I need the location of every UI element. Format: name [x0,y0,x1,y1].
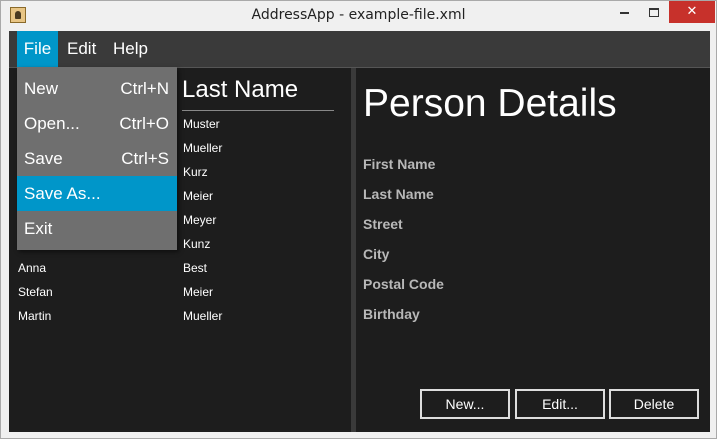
app-window: AddressApp - example-file.xml ✕ File Edi… [0,0,717,439]
menu-item-exit[interactable]: Exit [17,211,177,246]
menu-bar: File Edit Help [9,31,710,67]
menu-item-open[interactable]: Open... Ctrl+O [17,106,177,141]
menu-file[interactable]: File [17,31,58,67]
table-row[interactable]: Anna Best [9,256,349,280]
last-name-cell: Kunz [183,237,211,251]
menu-edit[interactable]: Edit [67,31,96,67]
app-content: File Edit Help Last Name Muster Mueller … [9,31,710,432]
menu-item-shortcut: Ctrl+N [120,79,169,98]
new-button[interactable]: New... [420,389,510,419]
menu-item-label: New [24,79,59,98]
column-header-last-name[interactable]: Last Name [182,76,334,111]
menu-item-save[interactable]: Save Ctrl+S [17,141,177,176]
file-menu-dropdown: New Ctrl+N Open... Ctrl+O Save Ctrl+S Sa… [17,67,177,250]
edit-button[interactable]: Edit... [515,389,605,419]
label-postal-code: Postal Code [363,276,444,292]
close-icon: ✕ [686,4,698,19]
label-street: Street [363,216,403,232]
last-name-cell: Muster [183,117,220,131]
minimize-icon [619,12,629,14]
title-bar[interactable]: AddressApp - example-file.xml ✕ [1,1,716,31]
label-last-name: Last Name [363,186,434,202]
menu-item-label: Save As... [24,184,101,203]
menu-item-shortcut: Ctrl+O [119,114,169,133]
close-button[interactable]: ✕ [669,1,715,23]
first-name-cell: Stefan [18,285,53,299]
delete-button[interactable]: Delete [609,389,699,419]
menu-item-label: Save [24,149,63,168]
person-details-pane: Person Details First Name Last Name Stre… [356,68,710,432]
table-row[interactable]: Stefan Meier [9,280,349,304]
minimize-button[interactable] [609,1,639,23]
table-row[interactable]: Martin Mueller [9,304,349,328]
menu-item-shortcut: Ctrl+S [121,149,169,168]
menu-item-save-as[interactable]: Save As... [17,176,177,211]
menu-help[interactable]: Help [113,31,148,67]
menu-item-label: Open... [24,114,80,133]
first-name-cell: Martin [18,309,52,323]
label-birthday: Birthday [363,306,420,322]
menu-item-label: Exit [24,219,53,238]
last-name-cell: Kurz [183,165,208,179]
first-name-cell: Anna [18,261,47,275]
last-name-cell: Meyer [183,213,217,227]
last-name-cell: Mueller [183,309,223,323]
maximize-button[interactable] [640,1,668,23]
maximize-icon [649,8,659,17]
last-name-cell: Best [183,261,208,275]
label-first-name: First Name [363,156,436,172]
last-name-cell: Mueller [183,141,223,155]
menu-item-new[interactable]: New Ctrl+N [17,71,177,106]
page-title: Person Details [363,82,617,125]
last-name-cell: Meier [183,189,214,203]
label-city: City [363,246,390,262]
last-name-cell: Meier [183,285,214,299]
